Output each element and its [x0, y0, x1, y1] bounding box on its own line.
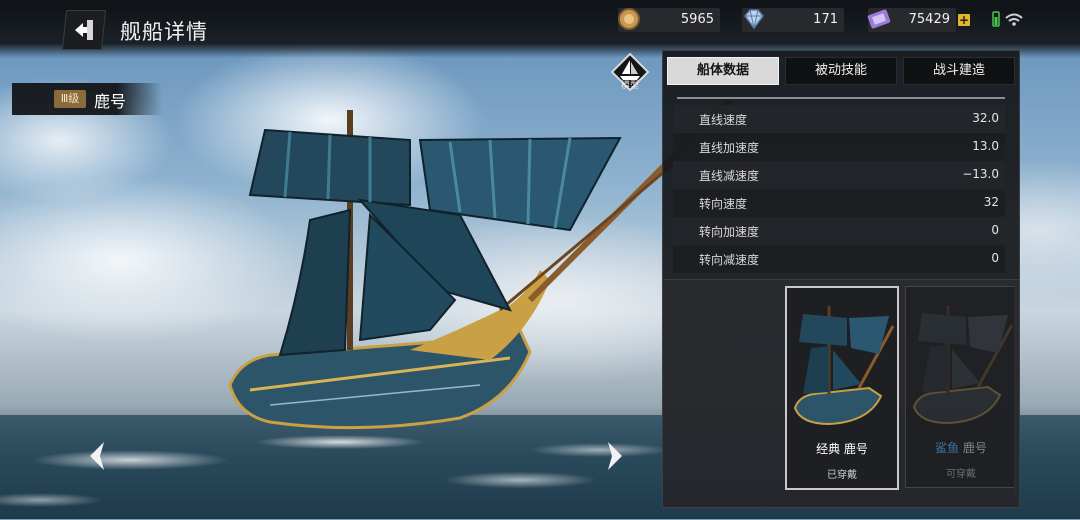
ship-name: 鹿号	[94, 92, 127, 111]
ship-name-tag: Ⅲ级 鹿号	[12, 83, 162, 115]
stat-name: 直线加速度	[699, 141, 760, 155]
stat-value: 0	[991, 223, 999, 237]
stat-row: 直线减速度 −13.0	[673, 161, 1005, 189]
stat-row: 转向减速度 0	[673, 245, 1005, 273]
stat-value: 13.0	[972, 139, 999, 153]
skin-ship-thumbnail	[793, 306, 895, 426]
next-ship-arrow-icon[interactable]	[604, 440, 626, 472]
skin-card-shark[interactable]: 鲨鱼 鹿号 可穿戴	[905, 286, 1017, 488]
tab-hull-data[interactable]: 船体数据	[667, 57, 779, 85]
skin-ship-name: 鹿号	[962, 441, 987, 455]
skin-card-classic[interactable]: 经典 鹿号 已穿戴	[785, 286, 899, 490]
coin-counter: 5965	[618, 8, 720, 32]
skin-quality: 鲨鱼	[935, 441, 960, 455]
ticket-icon	[867, 9, 891, 29]
stat-row: 转向加速度 0	[673, 217, 1005, 245]
status-icons	[992, 11, 1023, 27]
stat-name: 转向减速度	[699, 253, 760, 267]
ticket-counter: 75429 +	[867, 8, 970, 32]
stat-value: 0	[991, 251, 999, 265]
skin-ship-thumbnail	[912, 305, 1014, 425]
diamond-counter: 171	[742, 8, 844, 32]
back-button[interactable]	[61, 10, 107, 50]
ship-info-panel: 船体数据 被动技能 战斗建造 直线速度 32.0 直线加速度 13.0 直线减速…	[662, 50, 1020, 508]
ship-tier-badge: Ⅲ级	[54, 90, 86, 108]
diamond-value: 171	[813, 12, 838, 27]
panel-scrollbar[interactable]	[1014, 285, 1017, 495]
stat-value: −13.0	[962, 167, 999, 181]
skin-state: 已穿戴	[827, 470, 857, 481]
stat-value: 32	[983, 195, 999, 209]
stat-value: 32.0	[972, 111, 999, 125]
page-title: 舰船详情	[120, 20, 208, 44]
prev-ship-arrow-icon[interactable]	[86, 440, 108, 472]
skin-quality: 经典	[816, 442, 841, 456]
skin-state: 可穿戴	[946, 469, 976, 480]
stat-name: 直线速度	[699, 113, 748, 127]
tab-passive-skills[interactable]: 被动技能	[785, 57, 897, 85]
tab-bar: 船体数据 被动技能 战斗建造	[667, 57, 1015, 85]
coin-icon	[618, 8, 640, 30]
back-arrow-icon	[75, 20, 93, 40]
stat-row: 转向速度 32	[673, 189, 1005, 217]
tab-divider	[677, 97, 1005, 99]
tab-combat-build[interactable]: 战斗建造	[903, 57, 1015, 85]
model-view-button[interactable]: 模型	[610, 52, 650, 92]
skin-selector: 经典 鹿号 已穿戴 鲨鱼 鹿号 可穿戴	[663, 279, 1019, 507]
stat-name: 转向加速度	[699, 225, 760, 239]
skin-ship-name: 鹿号	[843, 442, 868, 456]
skin-title: 鲨鱼 鹿号	[906, 439, 1016, 456]
coin-value: 5965	[680, 12, 714, 27]
skin-title: 经典 鹿号	[787, 440, 897, 457]
stat-name: 直线减速度	[699, 169, 760, 183]
stats-list: 直线速度 32.0 直线加速度 13.0 直线减速度 −13.0 转向速度 32…	[673, 105, 1005, 273]
stat-row: 直线加速度 13.0	[673, 133, 1005, 161]
add-ticket-button[interactable]: +	[958, 14, 970, 26]
stat-row: 直线速度 32.0	[673, 105, 1005, 133]
stat-name: 转向速度	[699, 197, 748, 211]
battery-icon	[992, 11, 1000, 27]
diamond-icon	[744, 9, 764, 30]
model-button-label: 模型	[620, 81, 639, 91]
ticket-value: 75429	[908, 12, 950, 27]
wifi-icon	[1005, 13, 1023, 26]
